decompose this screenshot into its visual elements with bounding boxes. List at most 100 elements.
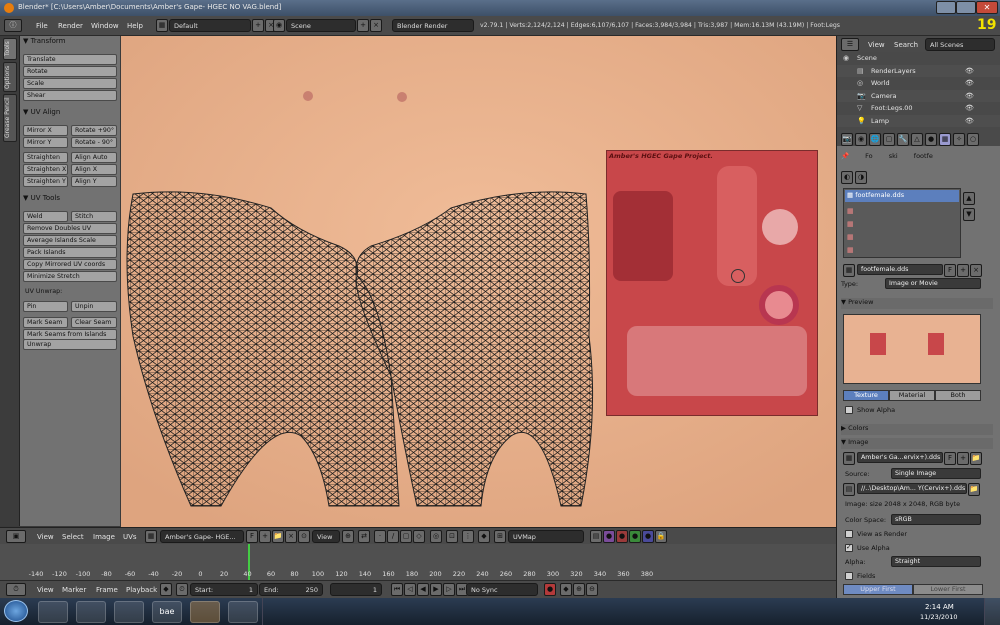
average-islands-scale-button[interactable]: Average Islands Scale	[23, 235, 117, 246]
image-new-button[interactable]: +	[259, 530, 271, 543]
clear-seam-button[interactable]: Clear Seam	[71, 317, 117, 328]
jump-next-key-icon[interactable]: ▷	[443, 583, 455, 596]
upper-first-button[interactable]: Upper First	[843, 584, 913, 595]
preview-tab-material[interactable]: Material	[889, 390, 935, 401]
texture-slot-active[interactable]: ▦ footfemale.dds	[845, 190, 959, 202]
uv-menu-view[interactable]: View	[37, 533, 54, 541]
align-y-button[interactable]: Align Y	[71, 176, 117, 187]
play-icon[interactable]: ▶	[430, 583, 442, 596]
weld-button[interactable]: Weld	[23, 211, 68, 222]
scene-add-button[interactable]: +	[357, 19, 369, 32]
tl-menu-playback[interactable]: Playback	[126, 586, 157, 594]
tl-menu-marker[interactable]: Marker	[62, 586, 86, 594]
sync-selection-icon[interactable]: ⇄	[358, 530, 370, 543]
active-object-icon[interactable]: ◆	[478, 530, 490, 543]
outliner-item[interactable]: ▤ RenderLayers 👁	[837, 64, 1000, 77]
menu-render[interactable]: Render	[58, 22, 83, 30]
scene-remove-button[interactable]: ×	[370, 19, 382, 32]
align-auto-button[interactable]: Align Auto	[71, 152, 117, 163]
mirror-x-button[interactable]: Mirror X	[23, 125, 68, 136]
current-frame-field[interactable]: 1	[330, 583, 382, 596]
uvmap-dropdown[interactable]: UVMap	[508, 530, 584, 543]
uv-editor-type-icon[interactable]: ▣	[6, 530, 26, 543]
minimize-button[interactable]	[936, 1, 956, 14]
image-panel-header[interactable]: ▼ Image	[841, 438, 993, 449]
visibility-eye-icon[interactable]: 👁	[965, 117, 974, 125]
cursor-2d-icon[interactable]	[731, 269, 745, 283]
menu-help[interactable]: Help	[127, 22, 143, 30]
texture-type-dropdown[interactable]: Image or Movie	[885, 278, 981, 289]
outliner-item[interactable]: 💡 Lamp 👁	[837, 114, 1000, 127]
preview-tab-both[interactable]: Both	[935, 390, 981, 401]
image-fake-user-button[interactable]: F	[246, 530, 258, 543]
image-browse-icon[interactable]: ▦	[145, 530, 157, 543]
bae-taskbar-icon[interactable]: bae	[152, 601, 182, 623]
show-desktop-button[interactable]	[984, 598, 1000, 625]
record-icon[interactable]: ●	[544, 583, 556, 596]
menu-window[interactable]: Window	[91, 22, 119, 30]
world-tab-icon[interactable]: 🌐	[869, 133, 881, 146]
preview-tab-texture[interactable]: Texture	[843, 390, 889, 401]
uv-tools-panel-header[interactable]: ▼ UV Tools	[23, 194, 117, 206]
play-reverse-icon[interactable]: ◀	[417, 583, 429, 596]
modifier-tab-icon[interactable]: 🔧	[897, 133, 909, 146]
slot-4-icon[interactable]: ▦	[847, 233, 854, 241]
show-alpha-checkbox[interactable]	[845, 406, 853, 414]
slot-move-down-icon[interactable]: ▼	[963, 208, 975, 221]
pivot-icon[interactable]: ⊕	[342, 530, 354, 543]
visibility-eye-icon[interactable]: 👁	[965, 67, 974, 75]
island-select-icon[interactable]: ◇	[413, 530, 425, 543]
uvmap-icon[interactable]: ⊞	[494, 530, 506, 543]
color-space-dropdown[interactable]: sRGB	[891, 514, 981, 525]
keying-set-icon[interactable]: ◆	[560, 583, 572, 596]
pin-image-icon[interactable]: ⊙	[298, 530, 310, 543]
snap-icon[interactable]: ⊡	[446, 530, 458, 543]
outliner-item[interactable]: ◎ World 👁	[837, 77, 1000, 89]
end-frame-field[interactable]: End: 250	[259, 583, 323, 596]
copy-mirrored-uv-button[interactable]: Copy Mirrored UV coords	[23, 259, 117, 270]
maximize-button[interactable]	[956, 1, 976, 14]
proportional-edit-icon[interactable]: ◎	[430, 530, 442, 543]
preview-range-icon[interactable]: ⏲	[176, 583, 188, 596]
timeline-area[interactable]: -140 -120 -100 -80 -60 -40 -20 0 20 40 60 80 100 120 1…	[0, 544, 836, 580]
visibility-eye-icon[interactable]: 👁	[965, 104, 974, 112]
timeline-editor-type-icon[interactable]: ⏱	[6, 583, 26, 596]
preview-panel-header[interactable]: ▼ Preview	[841, 298, 993, 309]
texture-slot-list[interactable]: ▦ footfemale.dds ▦ ▦ ▦ ▦	[843, 188, 961, 258]
texture-fake-user-button[interactable]: F	[944, 264, 956, 277]
snap-target-icon[interactable]: ⋮	[462, 530, 474, 543]
outliner-type-icon[interactable]: ☰	[841, 38, 859, 51]
visibility-eye-icon[interactable]: 👁	[965, 79, 974, 87]
filepath-pack-icon[interactable]: ▤	[843, 483, 855, 496]
image-new-properties-button[interactable]: +	[957, 452, 969, 465]
image-open-properties-button[interactable]: 📁	[970, 452, 982, 465]
render-tab-icon[interactable]: 📷	[841, 133, 853, 146]
pin-button[interactable]: Pin	[23, 301, 68, 312]
rotate-minus-90-button[interactable]: Rotate - 90°	[71, 137, 117, 148]
outliner-menu-search[interactable]: Search	[894, 41, 918, 49]
stitch-button[interactable]: Stitch	[71, 211, 117, 222]
image-unlink-button[interactable]: ×	[285, 530, 297, 543]
outliner-item[interactable]: 📷 Camera 👁	[837, 89, 1000, 102]
channel-color-icon[interactable]: ●	[603, 530, 615, 543]
translate-button[interactable]: Translate	[23, 54, 117, 65]
channel-z-icon[interactable]: ●	[629, 530, 641, 543]
straighten-x-button[interactable]: Straighten X	[23, 164, 68, 175]
folder-taskbar-icon[interactable]	[114, 601, 144, 623]
source-dropdown[interactable]: Single Image	[891, 468, 981, 479]
object-tab-icon[interactable]: ▢	[883, 133, 895, 146]
unwrap-button[interactable]: Unwrap	[23, 339, 117, 350]
straighten-button[interactable]: Straighten	[23, 152, 68, 163]
menu-file[interactable]: File	[36, 22, 48, 30]
filepath-browse-icon[interactable]: 📁	[968, 483, 980, 496]
tl-menu-frame[interactable]: Frame	[96, 586, 118, 594]
jump-start-icon[interactable]: ⏮	[391, 583, 403, 596]
layout-icon[interactable]: ▦	[156, 19, 168, 32]
pin-icon[interactable]: 📌	[841, 152, 849, 160]
insert-keyframe-icon[interactable]: ⊕	[573, 583, 585, 596]
face-select-icon[interactable]: ▢	[400, 530, 412, 543]
layout-dropdown[interactable]: Default	[169, 19, 251, 32]
filepath-field[interactable]: //..\Desktop\Am... Y(Cervix+).dds	[857, 483, 967, 494]
texture-tab-icon[interactable]: ▦	[939, 133, 951, 146]
sync-dropdown[interactable]: No Sync	[466, 583, 538, 596]
